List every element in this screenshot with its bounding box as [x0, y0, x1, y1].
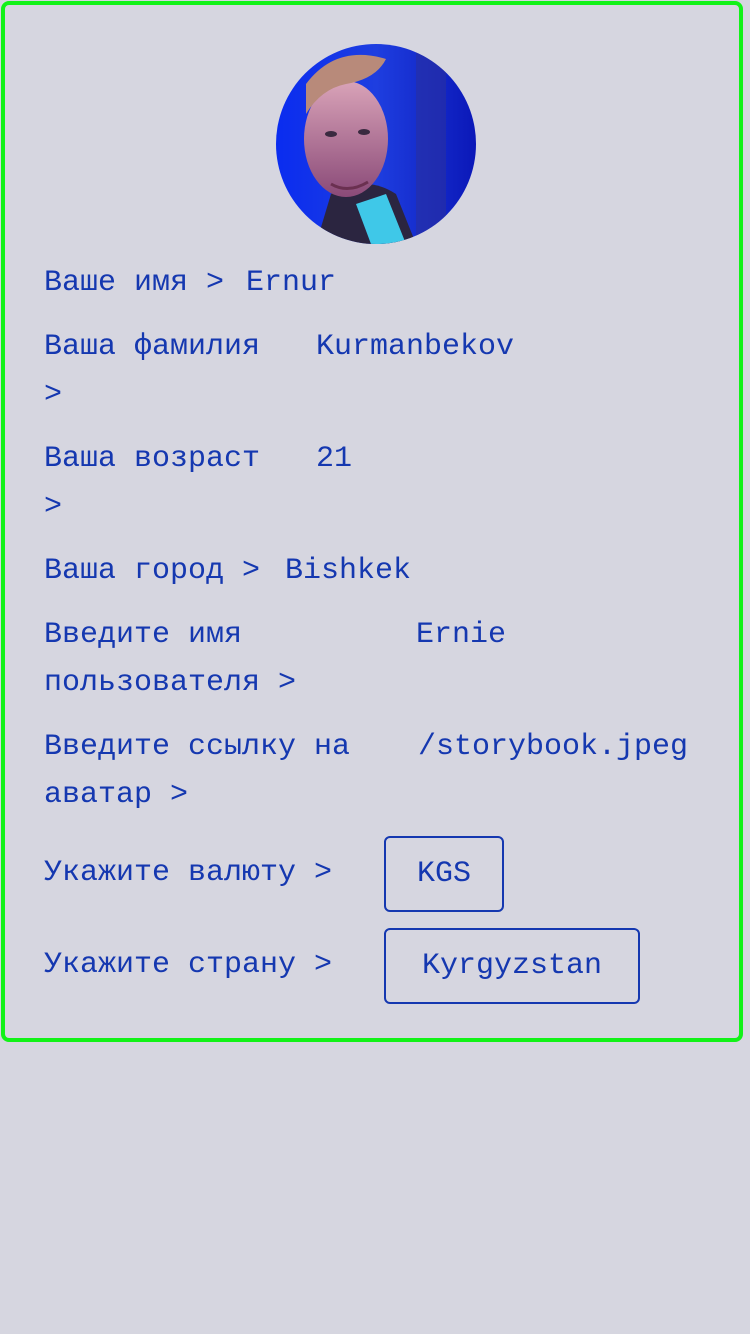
avatar-link-label-line2: аватар >	[44, 778, 189, 812]
username-label: Введите имя	[44, 618, 243, 652]
surname-label-arrow: >	[44, 378, 63, 412]
country-select-button[interactable]: Kyrgyzstan	[384, 928, 640, 1004]
currency-label: Укажите валюту >	[44, 856, 333, 890]
surname-value[interactable]: Kurmanbekov	[316, 323, 514, 371]
city-value[interactable]: Bishkek	[285, 547, 411, 595]
avatar-link-label: Введите ссылку на	[44, 730, 351, 764]
city-label: Ваша город >	[44, 554, 261, 588]
country-label: Укажите страну >	[44, 948, 333, 982]
age-label-arrow: >	[44, 490, 63, 524]
age-label: Ваша возраст	[44, 442, 261, 476]
name-label: Ваше имя >	[44, 266, 225, 300]
age-value[interactable]: 21	[316, 435, 352, 483]
surname-label: Ваша фамилия	[44, 330, 261, 364]
currency-select-button[interactable]: KGS	[384, 836, 504, 912]
avatar-image	[276, 44, 476, 244]
avatar-link-value[interactable]: /storybook.jpeg	[418, 723, 688, 771]
profile-avatar[interactable]	[276, 44, 476, 244]
name-value[interactable]: Ernur	[246, 259, 336, 307]
username-value[interactable]: Ernie	[416, 611, 506, 659]
username-label-line2: пользователя >	[44, 666, 297, 700]
